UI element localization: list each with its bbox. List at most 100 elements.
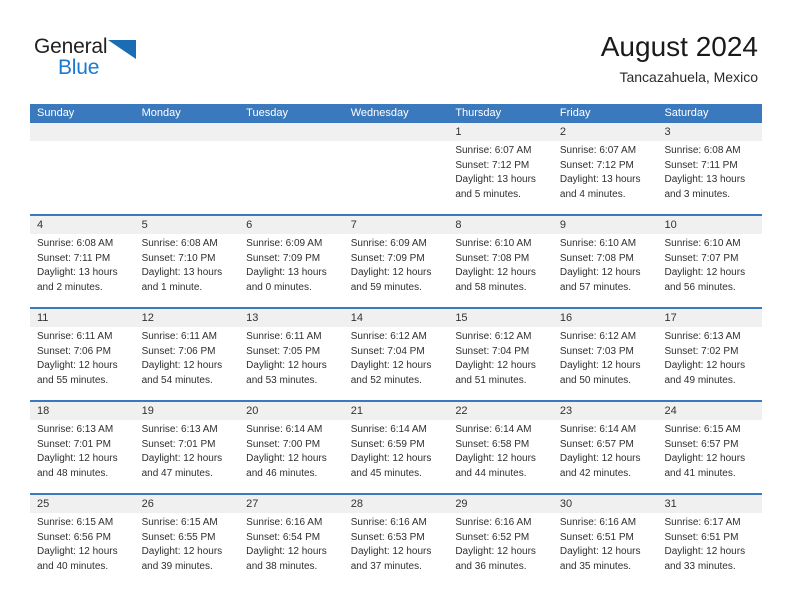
day-number: [142, 123, 233, 141]
calendar-day-cell[interactable]: 18 Sunrise: 6:13 AM Sunset: 7:01 PM Dayligh…: [30, 402, 135, 488]
day-number: 13: [246, 312, 259, 324]
calendar-day-cell[interactable]: 3 Sunrise: 6:08 AM Sunset: 7:11 PM Daylight…: [657, 123, 762, 209]
calendar-day-cell[interactable]: 19 Sunrise: 6:13 AM Sunset: 7:01 PM Dayligh…: [135, 402, 240, 488]
calendar-day-cell[interactable]: 24 Sunrise: 6:15 AM Sunset: 6:57 PM Dayligh…: [657, 402, 762, 488]
week-cells: 1 Sunrise: 6:07 AM Sunset: 7:12 PM Daylight…: [30, 123, 762, 209]
daylight-text-line1: Daylight: 12 hours: [141, 453, 223, 464]
sunset-text: Sunset: 6:59 PM: [350, 438, 425, 450]
calendar-day-cell[interactable]: 25 Sunrise: 6:15 AM Sunset: 6:56 PM Dayligh…: [30, 495, 135, 581]
calendar-day-cell[interactable]: 13 Sunrise: 6:11 AM Sunset: 7:05 PM Dayligh…: [239, 309, 344, 395]
sunrise-text: Sunrise: 6:16 AM: [559, 517, 637, 528]
day-sun-info: Sunrise: 6:11 AM Sunset: 7:06 PM Daylight:…: [142, 330, 233, 388]
calendar-day-cell[interactable]: 27 Sunrise: 6:16 AM Sunset: 6:54 PM Dayligh…: [239, 495, 344, 581]
daylight-text-line2: and 54 minutes.: [141, 374, 213, 386]
daylight-text-line1: Daylight: 13 hours: [455, 174, 536, 185]
page-title: August 2024: [600, 31, 758, 62]
calendar-day-cell[interactable]: 11 Sunrise: 6:11 AM Sunset: 7:06 PM Dayligh…: [30, 309, 135, 395]
daylight-text-line1: Daylight: 12 hours: [37, 453, 118, 464]
sunset-text: Sunset: 7:08 PM: [455, 252, 530, 264]
day-number: 9: [559, 219, 567, 231]
calendar-day-cell[interactable]: 26 Sunrise: 6:15 AM Sunset: 6:55 PM Dayligh…: [135, 495, 240, 581]
daylight-text-line1: Daylight: 13 hours: [37, 267, 118, 278]
daylight-text-line1: Daylight: 12 hours: [141, 546, 223, 557]
weekday-header-saturday: Saturday: [664, 107, 709, 119]
sunrise-text: Sunrise: 6:07 AM: [455, 145, 532, 156]
calendar-day-cell[interactable]: 28 Sunrise: 6:16 AM Sunset: 6:53 PM Dayligh…: [344, 495, 449, 581]
sunrise-text: Sunrise: 6:09 AM: [246, 238, 323, 249]
day-number: 28: [350, 498, 363, 510]
calendar-day-cell[interactable]: 5 Sunrise: 6:08 AM Sunset: 7:10 PM Daylight…: [135, 216, 240, 302]
calendar-day-cell[interactable]: 7 Sunrise: 6:09 AM Sunset: 7:09 PM Daylight…: [344, 216, 449, 302]
calendar-day-cell[interactable]: 12 Sunrise: 6:11 AM Sunset: 7:06 PM Dayligh…: [135, 309, 240, 395]
calendar-day-cell-empty: [344, 123, 449, 209]
day-number: 11: [37, 312, 49, 324]
calendar-week-row: 4 Sunrise: 6:08 AM Sunset: 7:11 PM Daylight…: [30, 214, 762, 302]
calendar-day-cell[interactable]: 6 Sunrise: 6:09 AM Sunset: 7:09 PM Daylight…: [239, 216, 344, 302]
sunrise-text: Sunrise: 6:11 AM: [141, 331, 217, 342]
daylight-text-line2: and 50 minutes.: [559, 374, 632, 386]
daylight-text-line1: Daylight: 13 hours: [246, 267, 327, 278]
day-number: 14: [350, 312, 363, 324]
day-number: 5: [141, 219, 148, 231]
calendar-day-cell[interactable]: 30 Sunrise: 6:16 AM Sunset: 6:51 PM Dayligh…: [553, 495, 658, 581]
daylight-text-line1: Daylight: 12 hours: [664, 546, 746, 557]
week-cells: 18 Sunrise: 6:13 AM Sunset: 7:01 PM Dayligh…: [30, 402, 762, 488]
calendar-day-cell[interactable]: 31 Sunrise: 6:17 AM Sunset: 6:51 PM Dayligh…: [657, 495, 762, 581]
day-number: 8: [455, 219, 462, 231]
calendar-day-cell[interactable]: 29 Sunrise: 6:16 AM Sunset: 6:52 PM Dayligh…: [448, 495, 553, 581]
sunset-text: Sunset: 7:06 PM: [37, 345, 111, 357]
day-sun-info: Sunrise: 6:10 AM Sunset: 7:08 PM Daylight:…: [560, 237, 651, 295]
sunset-text: Sunset: 7:10 PM: [141, 252, 216, 264]
daylight-text-line1: Daylight: 12 hours: [246, 360, 327, 371]
day-sun-info: Sunrise: 6:15 AM Sunset: 6:56 PM Daylight:…: [37, 516, 128, 574]
sunset-text: Sunset: 6:54 PM: [246, 531, 321, 543]
calendar-day-cell[interactable]: 23 Sunrise: 6:14 AM Sunset: 6:57 PM Dayligh…: [553, 402, 658, 488]
calendar-day-cell[interactable]: 1 Sunrise: 6:07 AM Sunset: 7:12 PM Daylight…: [448, 123, 553, 209]
weekday-header-sunday: Sunday: [37, 107, 75, 119]
calendar-day-cell[interactable]: 20 Sunrise: 6:14 AM Sunset: 7:00 PM Dayligh…: [239, 402, 344, 488]
sunrise-text: Sunrise: 6:12 AM: [559, 331, 637, 342]
day-sun-info: Sunrise: 6:12 AM Sunset: 7:04 PM Daylight:…: [351, 330, 442, 388]
calendar-day-cell[interactable]: 9 Sunrise: 6:10 AM Sunset: 7:08 PM Daylight…: [553, 216, 658, 302]
day-sun-info: Sunrise: 6:08 AM Sunset: 7:11 PM Daylight:…: [37, 237, 128, 295]
daylight-text-line1: Daylight: 12 hours: [455, 546, 536, 557]
calendar-day-cell[interactable]: 17 Sunrise: 6:13 AM Sunset: 7:02 PM Dayligh…: [657, 309, 762, 395]
day-sun-info: Sunrise: 6:15 AM Sunset: 6:55 PM Daylight:…: [142, 516, 233, 574]
daylight-text-line1: Daylight: 12 hours: [246, 546, 327, 557]
calendar-day-cell[interactable]: 15 Sunrise: 6:12 AM Sunset: 7:04 PM Dayligh…: [448, 309, 553, 395]
general-blue-logo: General Blue: [34, 36, 214, 84]
daylight-text-line1: Daylight: 12 hours: [559, 267, 641, 278]
daylight-text-line2: and 44 minutes.: [455, 467, 527, 479]
calendar-day-cell[interactable]: 2 Sunrise: 6:07 AM Sunset: 7:12 PM Daylight…: [553, 123, 658, 209]
sunset-text: Sunset: 7:04 PM: [455, 345, 530, 357]
daylight-text-line1: Daylight: 12 hours: [141, 360, 223, 371]
daylight-text-line2: and 46 minutes.: [246, 467, 318, 479]
sunrise-text: Sunrise: 6:09 AM: [350, 238, 427, 249]
sunrise-text: Sunrise: 6:10 AM: [664, 238, 741, 249]
sunrise-text: Sunrise: 6:16 AM: [350, 517, 427, 528]
calendar-day-cell[interactable]: 16 Sunrise: 6:12 AM Sunset: 7:03 PM Dayligh…: [553, 309, 658, 395]
sunrise-text: Sunrise: 6:08 AM: [141, 238, 218, 249]
sunset-text: Sunset: 7:04 PM: [350, 345, 425, 357]
daylight-text-line2: and 5 minutes.: [455, 188, 521, 200]
sunset-text: Sunset: 6:58 PM: [455, 438, 530, 450]
weekday-header-wednesday: Wednesday: [350, 107, 409, 119]
sunset-text: Sunset: 7:03 PM: [559, 345, 634, 357]
calendar-grid: Sunday Monday Tuesday Wednesday Thursday Frid…: [30, 104, 762, 581]
sunrise-text: Sunrise: 6:07 AM: [559, 145, 637, 156]
calendar-day-cell[interactable]: 4 Sunrise: 6:08 AM Sunset: 7:11 PM Daylight…: [30, 216, 135, 302]
sunset-text: Sunset: 6:57 PM: [664, 438, 739, 450]
daylight-text-line2: and 35 minutes.: [559, 560, 632, 572]
calendar-day-cell[interactable]: 8 Sunrise: 6:10 AM Sunset: 7:08 PM Daylight…: [448, 216, 553, 302]
day-number: 31: [664, 498, 677, 510]
sunrise-text: Sunrise: 6:14 AM: [559, 424, 637, 435]
calendar-day-cell[interactable]: 21 Sunrise: 6:14 AM Sunset: 6:59 PM Dayligh…: [344, 402, 449, 488]
calendar-day-cell[interactable]: 10 Sunrise: 6:10 AM Sunset: 7:07 PM Dayligh…: [657, 216, 762, 302]
day-sun-info: Sunrise: 6:09 AM Sunset: 7:09 PM Daylight:…: [351, 237, 442, 295]
calendar-day-cell-empty: [30, 123, 135, 209]
sunrise-text: Sunrise: 6:12 AM: [350, 331, 427, 342]
day-number: [351, 123, 442, 141]
calendar-day-cell[interactable]: 14 Sunrise: 6:12 AM Sunset: 7:04 PM Dayligh…: [344, 309, 449, 395]
week-cells: 4 Sunrise: 6:08 AM Sunset: 7:11 PM Daylight…: [30, 216, 762, 302]
calendar-day-cell[interactable]: 22 Sunrise: 6:14 AM Sunset: 6:58 PM Dayligh…: [448, 402, 553, 488]
